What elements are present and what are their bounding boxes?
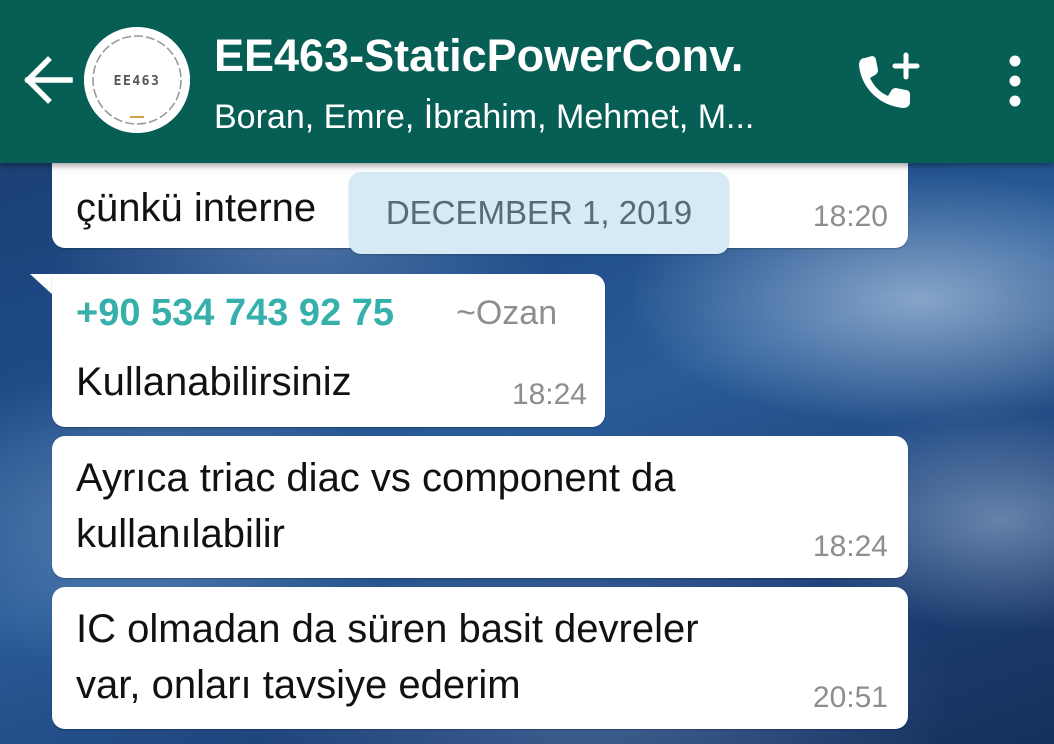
group-members[interactable]: Boran, Emre, İbrahim, Mehmet, M... (214, 98, 754, 137)
message-time: 20:51 (812, 681, 888, 714)
message-text: Kullanabilirsiniz (76, 360, 352, 404)
sender-phone[interactable]: +90 534 743 92 75 (76, 292, 394, 335)
message-time: 18:20 (812, 200, 888, 233)
add-call-icon (859, 52, 920, 108)
group-avatar[interactable]: EE463 (84, 27, 190, 133)
group-title[interactable]: EE463-StaticPowerConv. (214, 30, 743, 82)
message-bubble[interactable]: +90 534 743 92 75 ~Ozan Kullanabilirsini… (52, 274, 605, 427)
message-text: IC olmadan da süren basit devreler (76, 607, 699, 651)
message-text: var, onları tavsiye ederim (76, 663, 521, 707)
message-text: Ayrıca triac diac vs component da (76, 456, 676, 500)
avatar-logo-text: EE463 (114, 74, 161, 89)
message-time: 18:24 (812, 530, 888, 563)
more-vertical-icon (1009, 55, 1021, 107)
message-time: 18:24 (511, 378, 587, 411)
sender-name: ~Ozan (456, 294, 558, 332)
message-text: çünkü interne (76, 186, 317, 230)
chat-header: EE463 EE463-StaticPowerConv. Boran, Emre… (0, 0, 1054, 163)
message-bubble[interactable]: IC olmadan da süren basit devreler var, … (52, 587, 908, 729)
bubble-tail (30, 274, 54, 296)
add-call-button[interactable] (854, 50, 926, 114)
date-separator: DECEMBER 1, 2019 (349, 172, 729, 254)
message-bubble[interactable]: Ayrıca triac diac vs component da kullan… (52, 436, 908, 578)
message-text: kullanılabilir (76, 512, 285, 556)
back-button[interactable] (18, 50, 76, 110)
more-options-button[interactable] (998, 52, 1032, 110)
arrow-left-icon (24, 56, 73, 104)
